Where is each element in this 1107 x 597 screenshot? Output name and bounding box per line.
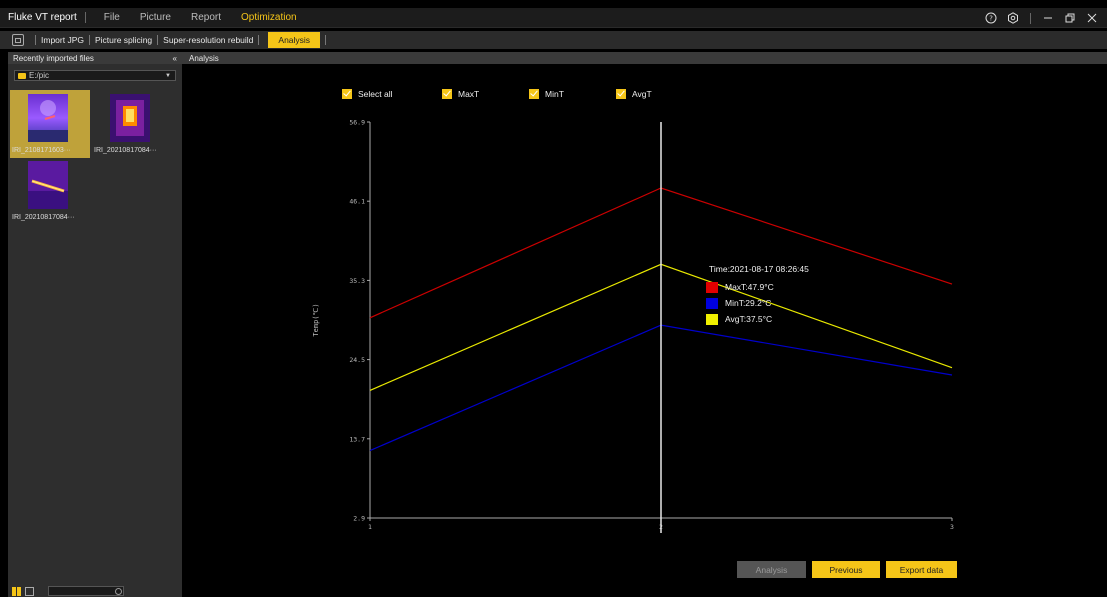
y-tick-label: 24.5 bbox=[349, 356, 365, 364]
select-all-checkbox[interactable]: Select all bbox=[342, 89, 442, 99]
tooltip-row-mint: MinT:29.2°C bbox=[706, 295, 846, 311]
mint-swatch bbox=[706, 297, 718, 309]
y-axis-label: Temp(℃) bbox=[312, 303, 320, 336]
thumbnail-item[interactable]: IRI_20210817084··· bbox=[92, 90, 172, 158]
analysis-header: Analysis bbox=[182, 52, 1107, 64]
toolbar-separator bbox=[35, 35, 36, 45]
checkbox-checked-icon bbox=[442, 89, 452, 99]
toolbar-separator bbox=[325, 35, 327, 45]
maxt-swatch bbox=[706, 281, 718, 293]
thumbnail-label: IRI_2108171603··· bbox=[12, 147, 71, 154]
grid-view-icon[interactable] bbox=[12, 586, 21, 596]
legend-label: MaxT bbox=[458, 89, 480, 99]
title-bar: Fluke VT report File Picture Report Opti… bbox=[0, 8, 1107, 28]
data-tooltip: Time:2021-08-17 08:26:45 MaxT:47.9°C Min… bbox=[706, 264, 846, 327]
chevron-down-icon: ▼ bbox=[165, 73, 171, 79]
tooltip-value: MaxT:47.9°C bbox=[725, 282, 774, 292]
super-resolution-rebuild-button[interactable]: Super-resolution rebuild bbox=[163, 35, 253, 45]
help-icon[interactable]: ? bbox=[980, 8, 1002, 28]
recent-files-title: Recently imported files bbox=[13, 53, 94, 63]
panel-bottom-bar bbox=[8, 585, 182, 597]
maxt-checkbox[interactable]: MaxT bbox=[442, 89, 529, 99]
x-tick-label: 3 bbox=[950, 523, 954, 531]
tooltip-time: Time:2021-08-17 08:26:45 bbox=[709, 264, 809, 274]
restore-icon[interactable] bbox=[1059, 8, 1081, 28]
toolbar-separator bbox=[157, 35, 159, 45]
tooltip-row-maxt: MaxT:47.9°C bbox=[706, 279, 846, 295]
avgt-checkbox[interactable]: AvgT bbox=[616, 89, 676, 99]
import-jpg-button[interactable]: Import JPG bbox=[41, 35, 84, 45]
window-controls-separator bbox=[1030, 12, 1031, 24]
y-tick-label: 2.9 bbox=[353, 515, 365, 523]
toolbar-separator bbox=[88, 35, 90, 45]
legend-label: MinT bbox=[545, 89, 564, 99]
avgt-swatch bbox=[706, 313, 718, 325]
analysis-title: Analysis bbox=[189, 53, 219, 63]
checkbox-checked-icon bbox=[529, 89, 539, 99]
checkbox-checked-icon bbox=[342, 89, 352, 99]
minimize-icon[interactable] bbox=[1037, 8, 1059, 28]
search-input[interactable] bbox=[48, 586, 124, 596]
menu-report[interactable]: Report bbox=[181, 12, 231, 23]
picture-splicing-button[interactable]: Picture splicing bbox=[95, 35, 152, 45]
y-tick-label: 13.7 bbox=[349, 435, 365, 443]
toolbar: Import JPG Picture splicing Super-resolu… bbox=[0, 31, 1107, 49]
thermal-image-thumbnail bbox=[28, 94, 68, 142]
mint-checkbox[interactable]: MinT bbox=[529, 89, 616, 99]
window-controls: ? bbox=[980, 8, 1103, 28]
tooltip-row-avgt: AvgT:37.5°C bbox=[706, 311, 846, 327]
thermal-image-thumbnail bbox=[28, 161, 68, 209]
close-icon[interactable] bbox=[1081, 8, 1103, 28]
toolbar-separator bbox=[258, 35, 260, 45]
previous-button[interactable]: Previous bbox=[812, 561, 880, 578]
folder-path-select[interactable]: E:/pic ▼ bbox=[14, 70, 176, 81]
checkbox-checked-icon bbox=[616, 89, 626, 99]
menu-file[interactable]: File bbox=[94, 12, 130, 23]
save-icon[interactable] bbox=[12, 34, 24, 46]
collapse-panel-icon[interactable]: « bbox=[173, 54, 177, 63]
list-view-icon[interactable] bbox=[25, 586, 34, 596]
analysis-button[interactable]: Analysis bbox=[737, 561, 806, 578]
y-tick-label: 46.1 bbox=[349, 198, 365, 206]
y-axis: 2.9 13.7 24.5 35.3 46.1 56.9 Temp(℃) bbox=[312, 119, 371, 523]
recent-files-panel: Recently imported files « E:/pic ▼ IRI_2… bbox=[8, 52, 182, 597]
svg-text:?: ? bbox=[989, 15, 993, 23]
export-data-button[interactable]: Export data bbox=[886, 561, 957, 578]
legend-label: Select all bbox=[358, 89, 393, 99]
series-legend: Select all MaxT MinT AvgT bbox=[342, 89, 676, 99]
folder-icon bbox=[18, 72, 26, 79]
thumbnail-label: IRI_20210817084··· bbox=[12, 214, 75, 221]
menu-optimization[interactable]: Optimization bbox=[231, 12, 307, 23]
recent-files-header: Recently imported files « bbox=[8, 52, 182, 64]
app-title: Fluke VT report bbox=[8, 12, 77, 23]
tooltip-value: AvgT:37.5°C bbox=[725, 314, 773, 324]
temperature-line-chart[interactable]: 2.913.724.535.346.156.9Temp(℃) 123 bbox=[300, 110, 970, 540]
settings-icon[interactable] bbox=[1002, 8, 1024, 28]
legend-label: AvgT bbox=[632, 89, 652, 99]
folder-path-value: E:/pic bbox=[29, 71, 50, 80]
y-tick-label: 35.3 bbox=[349, 277, 365, 285]
menu-picture[interactable]: Picture bbox=[130, 12, 181, 23]
x-tick-label: 1 bbox=[368, 523, 372, 531]
thumbnail-label: IRI_20210817084··· bbox=[94, 147, 157, 154]
analysis-tab-button[interactable]: Analysis bbox=[268, 32, 321, 48]
tooltip-value: MinT:29.2°C bbox=[725, 298, 772, 308]
title-separator bbox=[84, 12, 86, 23]
y-tick-label: 56.9 bbox=[349, 119, 365, 127]
thumbnail-item[interactable]: IRI_2108171603··· bbox=[10, 90, 90, 158]
thermal-image-thumbnail bbox=[110, 94, 150, 142]
thumbnail-item[interactable]: IRI_20210817084··· bbox=[10, 157, 90, 225]
